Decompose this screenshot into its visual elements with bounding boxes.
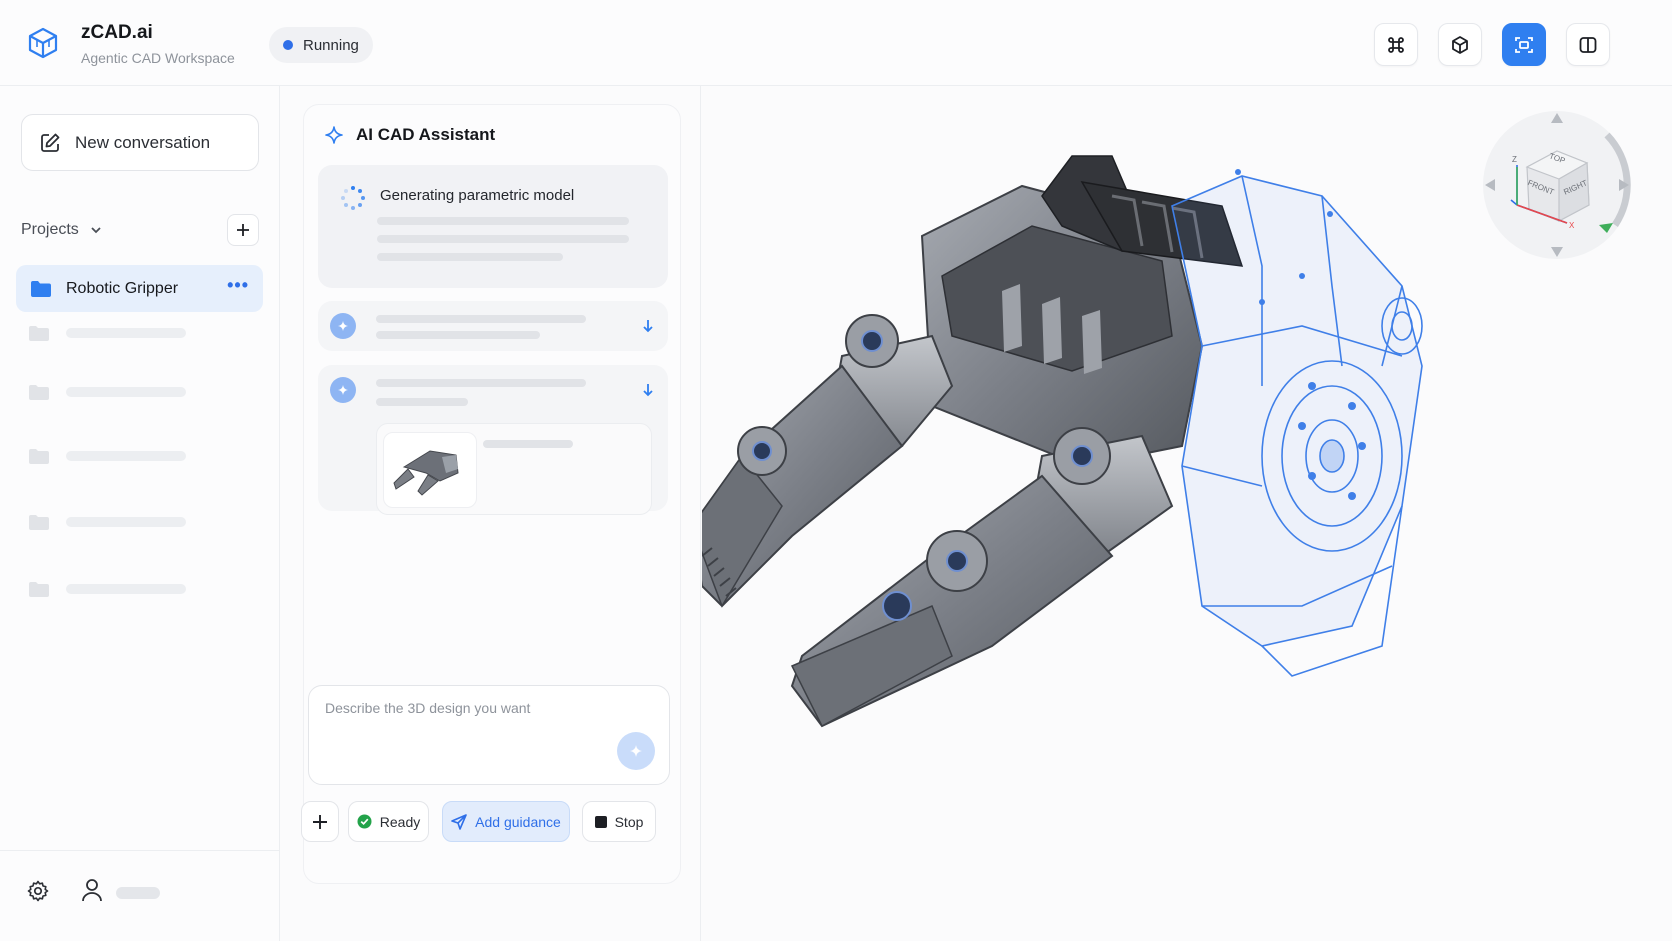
edit-icon: [41, 133, 60, 152]
skeleton-line: [376, 379, 586, 387]
plus-icon: [237, 224, 249, 236]
sidebar: New conversation Projects Robotic Grippe…: [0, 86, 280, 941]
skeleton-bar: [66, 517, 186, 527]
new-conversation-button[interactable]: New conversation: [21, 114, 259, 171]
placeholder-project-item: [28, 383, 208, 401]
command-icon: [1388, 36, 1404, 53]
projects-label[interactable]: Projects: [21, 221, 79, 239]
assistant-title: AI CAD Assistant: [356, 125, 496, 144]
assistant-panel: AI CAD Assistant Generating parametric m…: [303, 104, 681, 884]
generating-label: Generating parametric model: [380, 187, 575, 204]
placeholder-project-item: [28, 580, 208, 598]
split-panel-icon: [1579, 36, 1597, 53]
agent-step-icon: [330, 377, 356, 403]
status-dot-icon: [283, 40, 293, 50]
placeholder-project-item: [28, 447, 208, 465]
placeholder-project-item: [28, 513, 208, 531]
sparkle-icon: [338, 385, 348, 395]
chevron-down-icon[interactable]: [89, 223, 103, 237]
ready-label: Ready: [379, 813, 421, 830]
motor-wireframe: [1171, 175, 1423, 677]
arrow-down-icon[interactable]: [642, 319, 654, 333]
top-bar: zCAD.ai Agentic CAD Workspace Running: [0, 0, 1672, 86]
action-bar: Ready Add guidance Stop: [281, 801, 659, 847]
ready-button[interactable]: Ready: [348, 801, 429, 842]
skeleton-bar: [66, 451, 186, 461]
skeleton-line: [483, 440, 573, 448]
send-button[interactable]: [617, 732, 655, 770]
stop-icon: [594, 815, 607, 828]
sparkle-icon: [325, 126, 343, 144]
folder-icon: [29, 514, 49, 530]
attach-button[interactable]: [301, 801, 339, 842]
skeleton-bar: [66, 387, 186, 397]
logo-cube-icon: [28, 27, 58, 59]
prompt-input[interactable]: [325, 700, 625, 716]
add-guidance-button[interactable]: Add guidance: [442, 801, 570, 842]
username-skeleton: [116, 887, 160, 899]
loading-spinner-icon: [341, 186, 365, 210]
projects-header: Projects: [21, 214, 259, 246]
folder-icon: [29, 384, 49, 400]
app-subtitle: Agentic CAD Workspace: [81, 50, 235, 66]
command-button[interactable]: [1374, 23, 1418, 66]
model-preview-card[interactable]: [376, 423, 652, 515]
folder-icon: [29, 581, 49, 597]
check-circle-icon: [357, 814, 372, 829]
status-badge: Running: [269, 27, 373, 63]
cube-icon: [1452, 35, 1468, 54]
arrow-down-icon[interactable]: [642, 383, 654, 397]
axis-z-label: Z: [1512, 155, 1517, 164]
generating-status-card: Generating parametric model: [318, 165, 668, 288]
sidebar-item-robotic-gripper[interactable]: Robotic Gripper •••: [16, 265, 263, 312]
user-icon[interactable]: [80, 877, 104, 903]
new-conversation-label: New conversation: [75, 132, 211, 152]
agent-step-card[interactable]: [318, 301, 668, 351]
stop-button[interactable]: Stop: [582, 801, 656, 842]
skeleton-line: [376, 315, 586, 323]
view-cube-navigator[interactable]: TOP FRONT RIGHT Z X: [1477, 105, 1637, 265]
placeholder-project-item: [28, 324, 208, 342]
add-guidance-label: Add guidance: [475, 813, 561, 830]
stop-label: Stop: [614, 813, 644, 830]
skeleton-line: [376, 331, 540, 339]
assistant-column: AI CAD Assistant Generating parametric m…: [281, 86, 701, 941]
split-panel-button[interactable]: [1566, 23, 1610, 66]
send-icon: [451, 813, 467, 830]
assistant-header: AI CAD Assistant: [324, 125, 495, 145]
skeleton-line: [377, 235, 629, 243]
skeleton-line: [377, 253, 563, 261]
skeleton-bar: [66, 584, 186, 594]
folder-icon: [31, 280, 51, 297]
folder-icon: [29, 448, 49, 464]
add-project-button[interactable]: [227, 214, 259, 246]
more-options-icon[interactable]: •••: [227, 276, 249, 294]
sparkle-send-icon: [630, 745, 642, 757]
status-label: Running: [303, 36, 359, 54]
app-title: zCAD.ai: [81, 22, 153, 43]
folder-icon: [29, 325, 49, 341]
sidebar-footer: [0, 850, 280, 941]
project-label: Robotic Gripper: [66, 279, 179, 297]
agent-step-card-with-preview[interactable]: [318, 365, 668, 515]
axis-x-label: X: [1569, 221, 1575, 230]
agent-step-icon: [330, 313, 356, 339]
gripper-thumbnail-image: [383, 432, 477, 508]
sparkle-icon: [338, 321, 348, 331]
gear-icon[interactable]: [26, 879, 50, 903]
app-window: zCAD.ai Agentic CAD Workspace Running Ne…: [0, 0, 1672, 941]
prompt-input-box: [308, 685, 670, 785]
plus-icon: [313, 814, 327, 829]
skeleton-line: [377, 217, 629, 225]
model-view-button[interactable]: [1438, 23, 1482, 66]
skeleton-line: [376, 398, 468, 406]
focus-view-button[interactable]: [1502, 23, 1546, 66]
cad-viewport[interactable]: TOP FRONT RIGHT Z X: [702, 86, 1672, 941]
skeleton-bar: [66, 328, 186, 338]
scan-focus-icon: [1515, 36, 1533, 53]
